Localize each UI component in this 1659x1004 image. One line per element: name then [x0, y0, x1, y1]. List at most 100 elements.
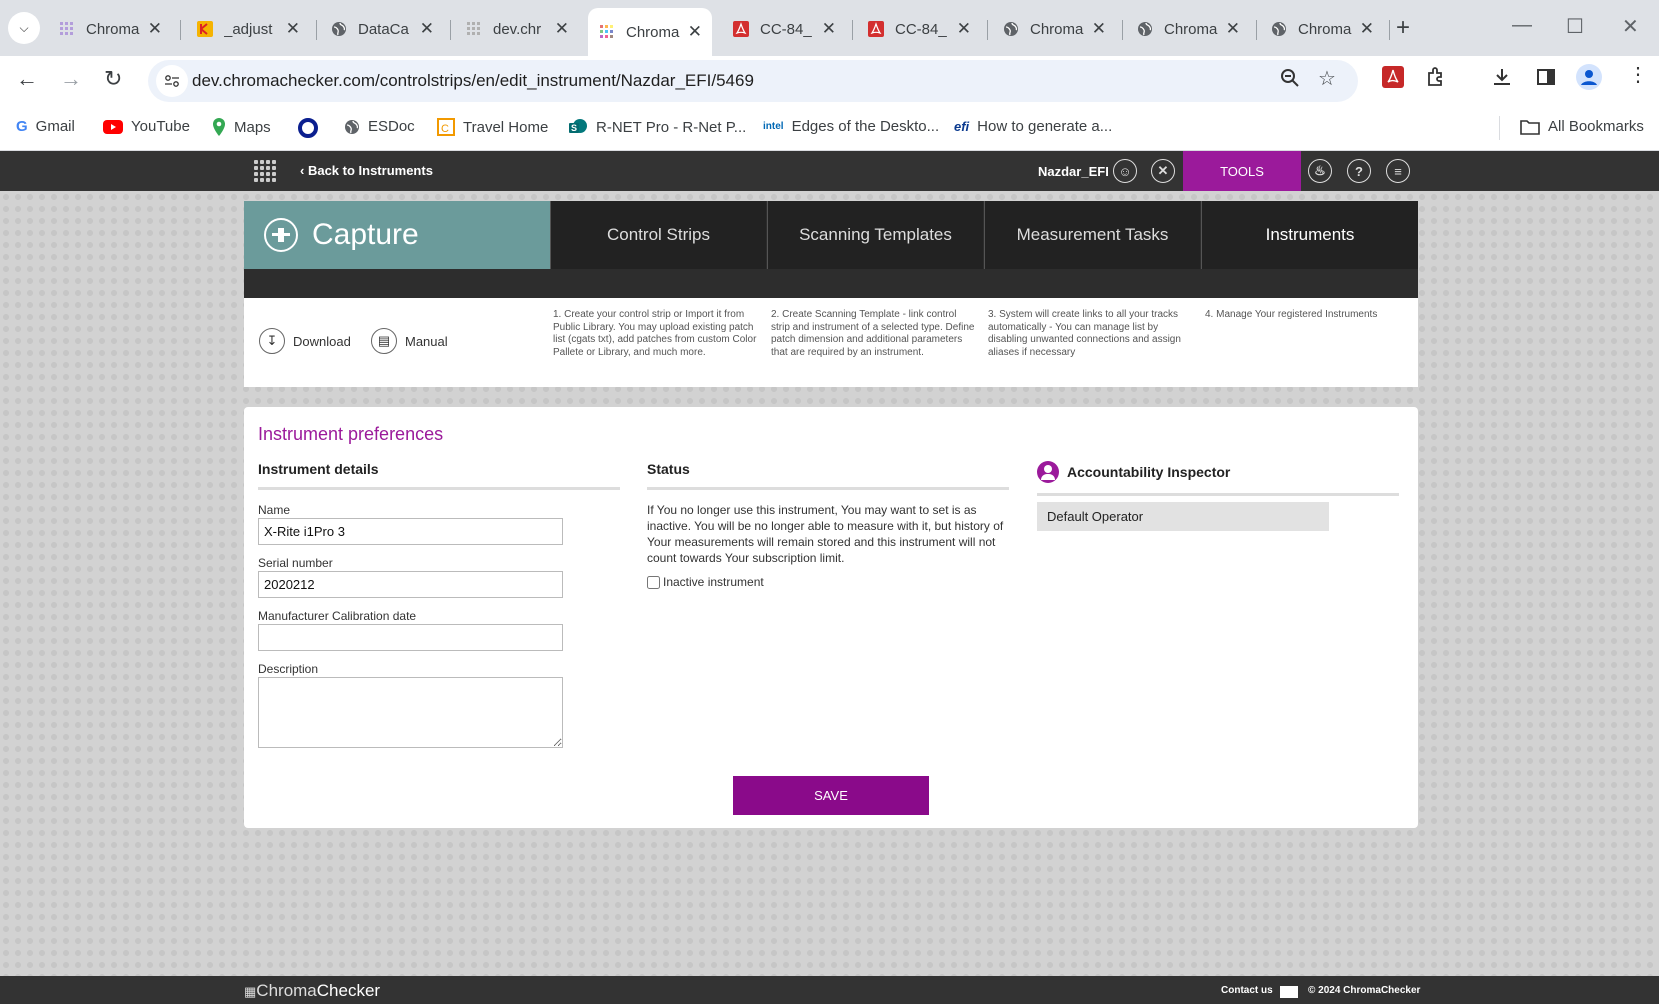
inactive-instrument-checkbox[interactable] — [647, 575, 660, 589]
browser-tab[interactable]: _adjust ✕ — [186, 10, 310, 48]
zoom-icon[interactable] — [1280, 68, 1300, 94]
tools-button[interactable]: TOOLS — [1183, 151, 1301, 191]
window-close-icon[interactable]: ✕ — [1622, 14, 1639, 39]
bookmark-item[interactable]: S R-NET Pro - R-Net P... — [568, 118, 746, 136]
maximize-icon[interactable]: ☐ — [1566, 14, 1584, 39]
close-icon[interactable]: ✕ — [957, 19, 971, 39]
browser-tab[interactable]: Chroma ✕ — [48, 10, 172, 48]
contact-us-link[interactable]: Contact us — [1221, 985, 1273, 996]
calibration-date-field[interactable] — [258, 624, 563, 651]
tab-search-button[interactable]: ⌵ — [8, 12, 40, 44]
serial-number-field[interactable] — [258, 571, 563, 598]
site-settings-icon[interactable] — [156, 65, 188, 97]
close-icon[interactable]: ✕ — [1360, 19, 1374, 39]
bookmark-item[interactable]: ESDoc — [344, 118, 415, 135]
footer-logo-text-a: Chroma — [256, 981, 317, 1000]
browser-tab-strip: ⌵ Chroma ✕ _adjust ✕ DataCa ✕ dev.chr ✕ … — [0, 0, 1659, 56]
copyright-text: © 2024 ChromaChecker — [1308, 985, 1421, 996]
cart-icon[interactable]: ≡ — [1386, 159, 1410, 183]
close-icon[interactable]: ✕ — [822, 19, 836, 39]
bookmark-item[interactable]: efi How to generate a... — [954, 118, 1112, 135]
new-tab-button[interactable]: + — [1396, 14, 1410, 42]
nav-control-strips[interactable]: Control Strips — [550, 201, 766, 269]
close-icon[interactable]: ✕ — [555, 19, 569, 39]
reload-icon[interactable]: ↻ — [104, 66, 122, 92]
step-text: 1. Create your control strip or Import i… — [553, 309, 757, 358]
tab-title: Chroma — [1164, 20, 1218, 38]
browser-tab[interactable]: Chroma ✕ — [992, 10, 1116, 48]
chevron-down-icon: ⌵ — [19, 20, 29, 35]
status-description: If You no longer use this instrument, Yo… — [647, 503, 1004, 565]
close-icon[interactable]: ✕ — [1226, 19, 1240, 39]
browser-tab[interactable]: Chroma ✕ — [1126, 10, 1250, 48]
browser-tab-active[interactable]: Chroma ✕ — [588, 8, 712, 56]
save-button[interactable]: SAVE — [733, 776, 929, 815]
user-profile-icon[interactable]: ☺ — [1113, 159, 1137, 183]
forward-arrow-icon[interactable]: → — [60, 66, 82, 92]
back-arrow-icon[interactable]: ← — [16, 66, 38, 92]
close-icon[interactable]: ✕ — [286, 19, 300, 39]
download-button[interactable]: ↧ Download — [259, 328, 351, 354]
close-icon[interactable]: ✕ — [148, 19, 162, 39]
inactive-instrument-label: Inactive instrument — [663, 575, 764, 589]
footer-logo-grid-icon: ▦ — [244, 984, 257, 999]
app-header: ‹ Back to Instruments Nazdar_EFI ☺ ✕ TOO… — [0, 151, 1659, 191]
acrobat-extension-icon[interactable] — [1382, 66, 1404, 93]
default-operator-item[interactable]: Default Operator — [1037, 502, 1329, 531]
browser-tab[interactable]: CC-84_ ✕ — [857, 10, 981, 48]
side-panel-icon[interactable] — [1535, 66, 1557, 93]
minimize-icon[interactable]: — — [1512, 14, 1532, 37]
download-icon[interactable] — [1491, 66, 1513, 93]
bookmark-item[interactable]: G Gmail — [16, 118, 75, 135]
address-bar[interactable]: dev.chromachecker.com/controlstrips/en/e… — [148, 60, 1358, 102]
browser-tab[interactable]: DataCa ✕ — [320, 10, 444, 48]
tab-separator — [1389, 20, 1390, 40]
back-link-label: Back to Instruments — [307, 163, 433, 178]
instrument-details-heading: Instrument details — [258, 461, 620, 490]
bookmark-star-icon[interactable]: ☆ — [1318, 66, 1336, 91]
manual-button[interactable]: ▤ Manual — [371, 328, 448, 354]
tab-separator — [987, 20, 988, 40]
kodak-icon — [196, 20, 214, 38]
settings-tools-icon[interactable]: ✕ — [1151, 159, 1175, 183]
browser-tab[interactable]: CC-84_ ✕ — [722, 10, 846, 48]
bookmark-label: Maps — [234, 118, 271, 136]
close-icon[interactable]: ✕ — [1092, 19, 1106, 39]
nav-measurement-tasks[interactable]: Measurement Tasks — [984, 201, 1200, 269]
extensions-puzzle-icon[interactable] — [1425, 66, 1447, 93]
calibration-date-label: Manufacturer Calibration date — [258, 609, 417, 623]
name-field[interactable] — [258, 518, 563, 545]
kebab-menu-icon[interactable]: ⋮ — [1628, 62, 1648, 87]
bell-icon[interactable]: ♨ — [1308, 159, 1332, 183]
ring-logo-icon — [298, 118, 318, 138]
download-label: Download — [293, 333, 351, 349]
bookmark-item[interactable] — [298, 118, 326, 138]
apps-grid-icon[interactable] — [254, 160, 276, 182]
browser-tab[interactable]: dev.chr ✕ — [455, 10, 579, 48]
name-label: Name — [258, 503, 291, 517]
user-avatar-icon — [1037, 461, 1059, 483]
page-title: Instrument preferences — [258, 424, 444, 444]
profile-avatar-icon[interactable] — [1576, 64, 1602, 95]
description-field[interactable] — [258, 677, 563, 748]
bookmark-item[interactable]: YouTube — [103, 118, 190, 135]
mail-icon[interactable] — [1280, 986, 1298, 998]
all-bookmarks-button[interactable]: All Bookmarks — [1520, 118, 1644, 135]
bookmark-label: Travel Home — [463, 118, 549, 136]
close-icon[interactable]: ✕ — [688, 22, 702, 42]
bookmark-item[interactable]: C Travel Home — [437, 118, 548, 136]
capture-instrument-icon — [264, 218, 298, 252]
tab-title: dev.chr — [493, 20, 542, 38]
tab-title: Chroma — [626, 23, 680, 41]
browser-tab[interactable]: Chroma ✕ — [1260, 10, 1384, 48]
inactive-instrument-option[interactable]: Inactive instrument — [647, 575, 764, 589]
help-icon[interactable]: ? — [1347, 159, 1371, 183]
close-icon[interactable]: ✕ — [420, 19, 434, 39]
nav-instruments[interactable]: Instruments — [1201, 201, 1418, 269]
footer-logo: ▦ChromaChecker — [244, 981, 380, 1001]
nav-scanning-templates[interactable]: Scanning Templates — [767, 201, 983, 269]
bookmark-item[interactable]: Maps — [212, 118, 271, 136]
bookmark-item[interactable]: intel Edges of the Deskto... — [763, 118, 939, 135]
bookmark-label: How to generate a... — [977, 118, 1113, 135]
back-to-instruments-link[interactable]: ‹ Back to Instruments — [300, 163, 433, 178]
